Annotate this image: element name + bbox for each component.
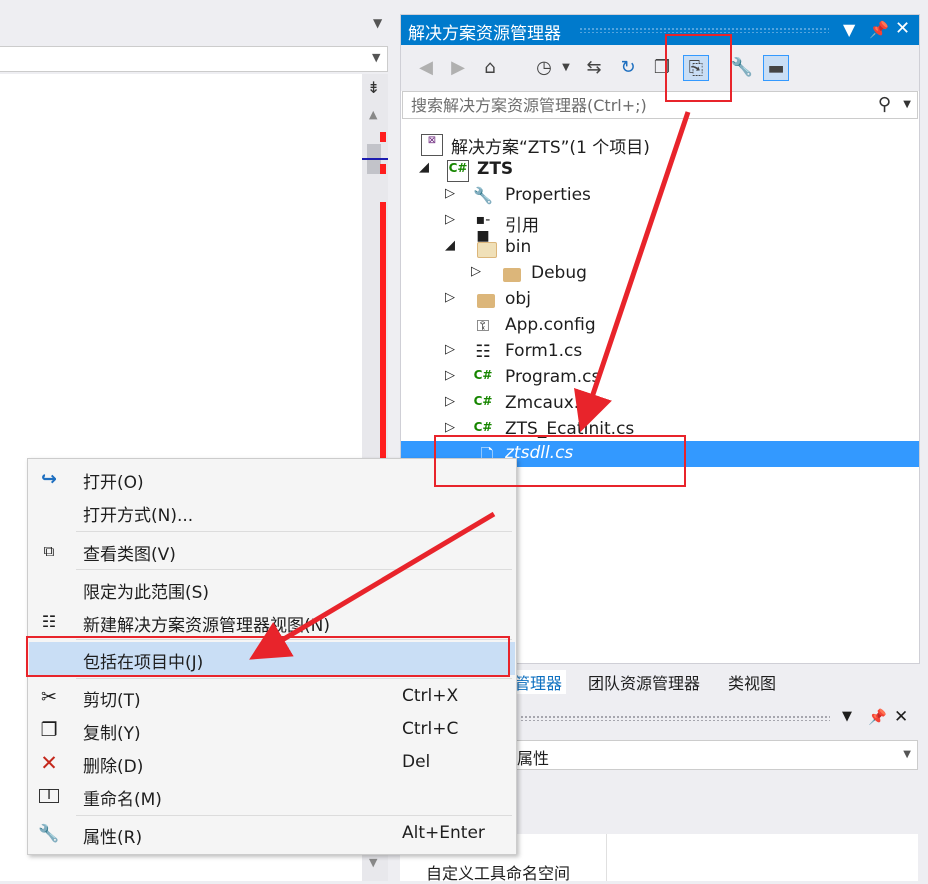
annotation-arrow bbox=[249, 511, 496, 660]
annotation-arrow bbox=[574, 111, 691, 433]
annotation-arrows bbox=[249, 111, 691, 660]
